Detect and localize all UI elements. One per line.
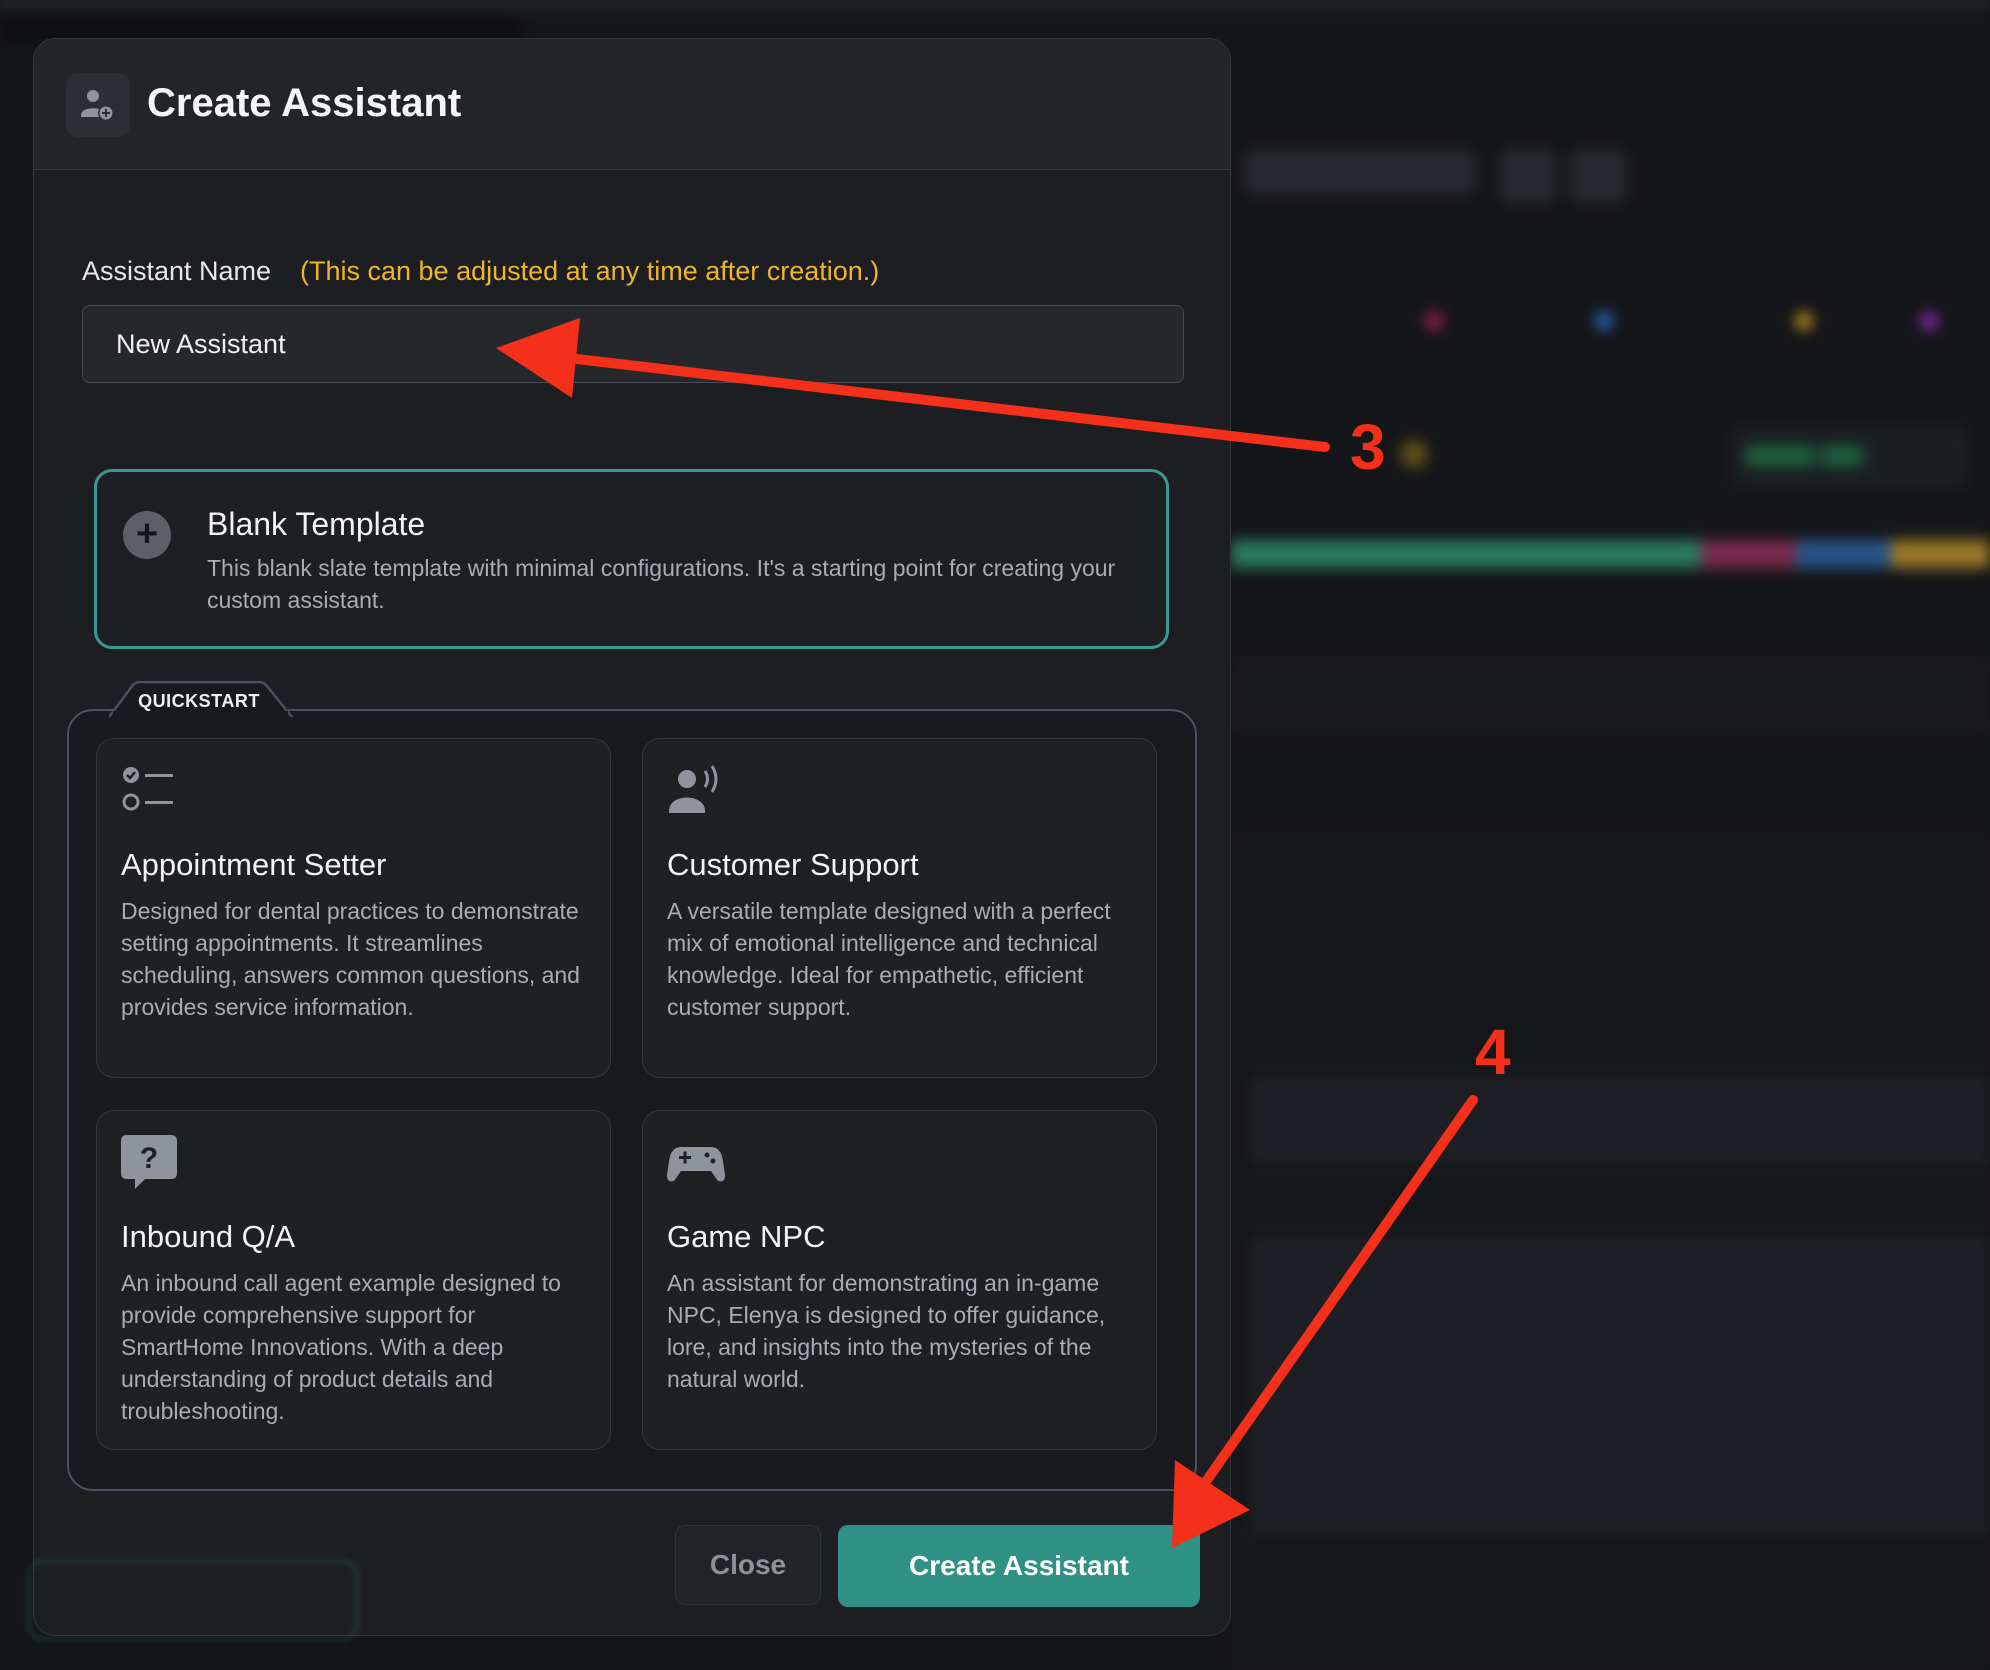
- annotation-arrow-4-shaft: [1202, 1095, 1478, 1485]
- annotation-layer: [496, 318, 1478, 1548]
- annotation-arrow-3-shaft: [555, 352, 1330, 452]
- annotation-step-4: 4: [1475, 1016, 1511, 1088]
- screen: Create Assistant Assistant Name (This ca…: [0, 0, 1990, 1670]
- annotation-arrow-3-head: [496, 318, 580, 398]
- annotation-step-3: 3: [1350, 411, 1386, 483]
